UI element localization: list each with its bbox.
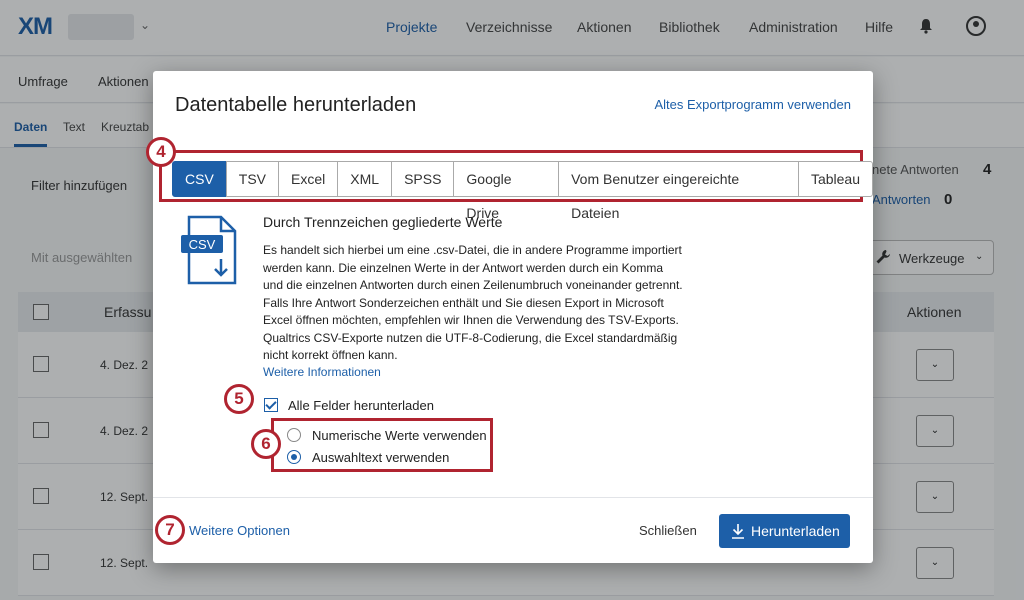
format-xml-button[interactable]: XML xyxy=(337,161,393,197)
format-csv-button[interactable]: CSV xyxy=(172,161,227,197)
annotation-badge-6: 6 xyxy=(251,429,281,459)
more-info-link[interactable]: Weitere Informationen xyxy=(263,365,381,379)
download-label: Herunterladen xyxy=(751,523,840,539)
csv-icon-label: CSV xyxy=(189,237,216,252)
format-button-group: CSV TSV Excel XML SPSS Google Drive Vom … xyxy=(172,161,873,221)
dialog-footer-divider xyxy=(153,497,873,498)
numeric-values-radio[interactable] xyxy=(287,428,301,442)
annotation-badge-4: 4 xyxy=(146,137,176,167)
all-fields-checkbox[interactable] xyxy=(264,398,278,412)
numeric-values-label[interactable]: Numerische Werte verwenden xyxy=(312,428,487,443)
annotation-badge-5: 5 xyxy=(224,384,254,414)
download-data-table-dialog: Datentabelle herunterladen Altes Exportp… xyxy=(153,71,873,563)
close-button[interactable]: Schließen xyxy=(639,523,697,538)
legacy-exporter-link[interactable]: Altes Exportprogramm verwenden xyxy=(654,97,851,112)
download-button[interactable]: Herunterladen xyxy=(719,514,850,548)
download-icon xyxy=(732,524,744,539)
more-options-link[interactable]: Weitere Optionen xyxy=(189,523,290,538)
format-google-drive-button[interactable]: Google Drive xyxy=(453,161,560,221)
choice-text-label[interactable]: Auswahltext verwenden xyxy=(312,450,449,465)
dialog-title: Datentabelle herunterladen xyxy=(175,94,417,116)
format-excel-button[interactable]: Excel xyxy=(278,161,339,197)
choice-text-radio[interactable] xyxy=(287,450,301,464)
format-description-text: Es handelt sich hierbei um eine .csv-Dat… xyxy=(263,243,683,362)
csv-file-icon: CSV xyxy=(181,215,237,285)
format-tableau-button[interactable]: Tableau xyxy=(797,161,873,197)
format-tsv-button[interactable]: TSV xyxy=(225,161,280,197)
format-user-files-button[interactable]: Vom Benutzer eingereichte Dateien xyxy=(558,161,799,221)
all-fields-label[interactable]: Alle Felder herunterladen xyxy=(288,398,434,413)
annotation-badge-7: 7 xyxy=(155,515,185,545)
format-description-title: Durch Trennzeichen gegliederte Werte xyxy=(263,214,503,230)
format-spss-button[interactable]: SPSS xyxy=(391,161,455,197)
